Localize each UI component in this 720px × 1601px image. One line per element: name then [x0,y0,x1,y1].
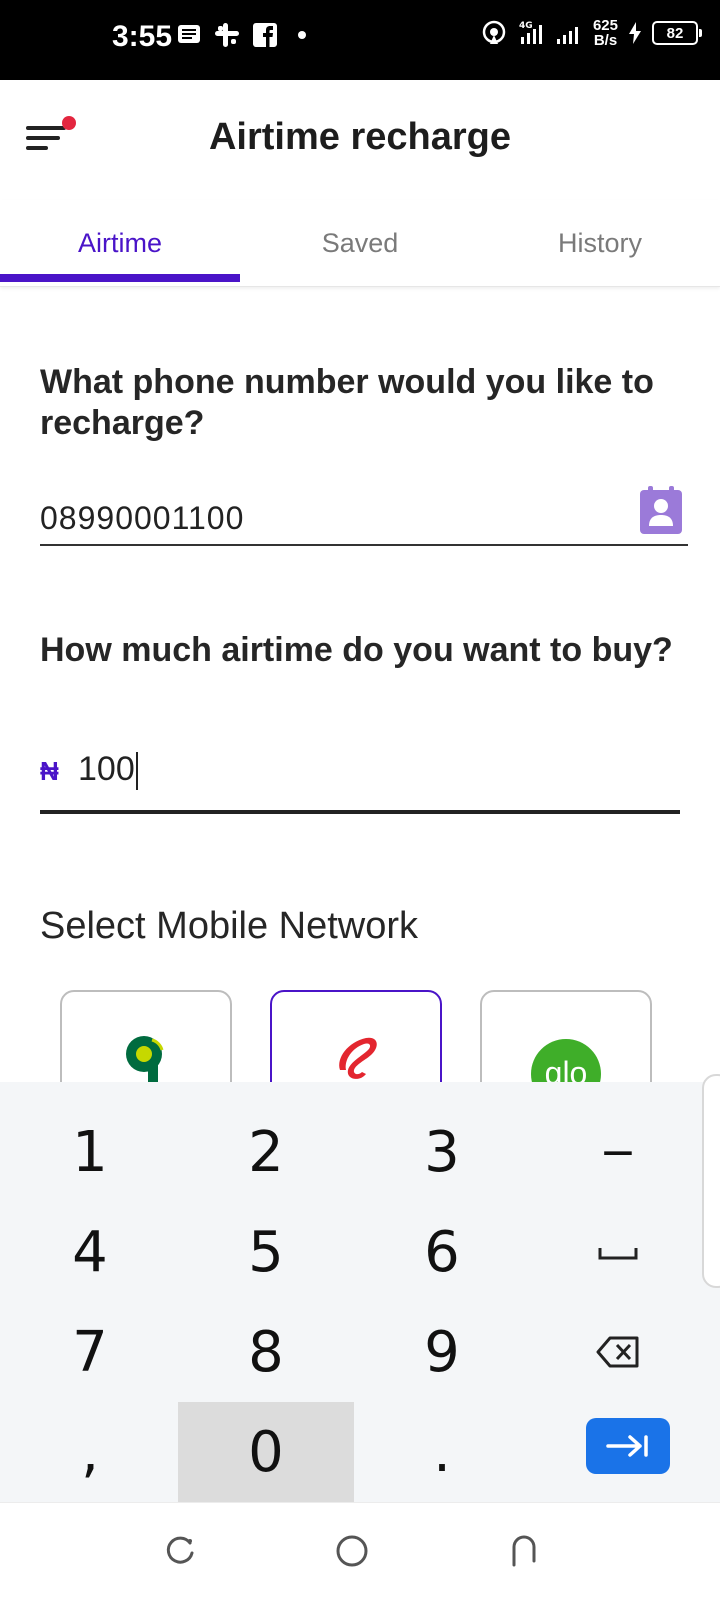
airtel-logo [339,1037,377,1079]
key-period[interactable]: . [354,1402,530,1502]
page-title: Airtime recharge [208,116,511,158]
backspace-icon [596,1336,639,1368]
key-3[interactable]: 3 [354,1102,530,1202]
status-time: 3:55 [112,20,173,53]
tab-next-icon [606,1435,648,1457]
phone-question: What phone number would you like to rech… [40,363,654,442]
amount-value-wrap: 100 [78,750,138,791]
more-notifications-dot [298,31,306,39]
back-icon[interactable] [506,1533,542,1569]
navigation-bar [0,1502,720,1601]
network-type-label: 4G [519,21,533,31]
facebook-icon [253,23,277,47]
app-bar: Airtime recharge [0,80,720,198]
amount-question: How much airtime do you want to buy? [40,631,673,669]
key-6[interactable]: 6 [354,1202,530,1302]
phone-number-field[interactable]: 08990001100 [40,486,688,546]
key-next[interactable] [586,1418,670,1474]
amount-value: 100 [78,750,135,788]
battery-icon: 82 [652,21,702,45]
battery-level: 82 [666,24,684,42]
recents-icon[interactable] [162,1533,198,1569]
key-0[interactable]: 0 [178,1402,354,1502]
active-tab-indicator [0,274,240,282]
network-section-label: Select Mobile Network [40,905,419,947]
contacts-icon[interactable] [640,486,682,534]
message-icon [178,25,200,43]
key-2[interactable]: 2 [178,1102,354,1202]
speed-value: 625 [592,17,618,34]
status-bar: 3:55 4G 625 B/s 82 [0,0,720,80]
signal-icon [556,27,578,44]
tab-history[interactable]: History [480,200,720,286]
space-icon [598,1248,638,1260]
key-7[interactable]: 7 [2,1302,178,1402]
system-icons: 4G 625 B/s 82 [481,18,702,48]
tab-saved[interactable]: Saved [240,200,480,286]
slack-icon [215,23,239,47]
hotspot-icon [482,20,506,44]
key-comma[interactable]: , [2,1402,178,1502]
currency-symbol: ₦ [40,756,59,786]
phone-number-value: 08990001100 [40,500,245,536]
amount-field[interactable]: ₦ 100 [40,742,680,814]
key-4[interactable]: 4 [2,1202,178,1302]
signal-4g-icon: 4G [519,21,542,44]
network-speed: 625 B/s [593,18,618,48]
key-minus[interactable]: − [530,1102,706,1202]
home-icon[interactable] [334,1533,370,1569]
key-1[interactable]: 1 [2,1102,178,1202]
9mobile-logo [126,1036,164,1082]
key-space[interactable] [530,1202,706,1302]
charging-icon [629,22,641,44]
notification-icons [176,22,306,48]
key-backspace[interactable] [530,1302,706,1402]
key-9[interactable]: 9 [354,1302,530,1402]
key-5[interactable]: 5 [178,1202,354,1302]
speed-unit: B/s [593,32,618,49]
key-8[interactable]: 8 [178,1302,354,1402]
text-caret [135,752,138,791]
